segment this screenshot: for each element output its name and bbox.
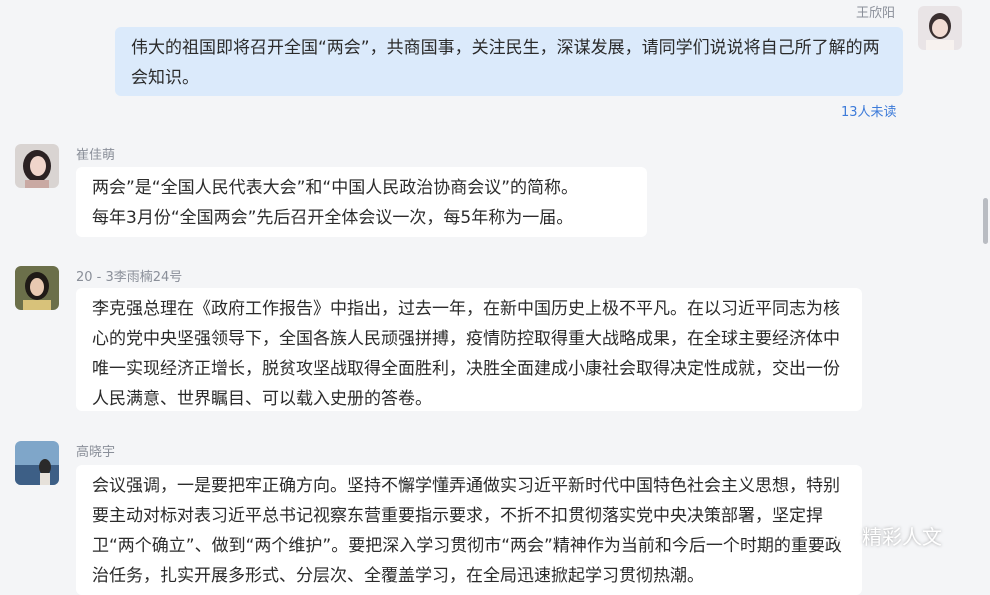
message-bubble: 两会”是“全国人民代表大会”和“中国人民政治协商会议”的简称。 每年3月份“全国… [76,167,647,237]
message-bubble: 伟大的祖国即将召开全国“两会”，共商国事，关注民生，深谋发展，请同学们说说将自己… [115,27,903,96]
message-text: 会议强调，一是要把牢正确方向。坚持不懈学懂弄通做实习近平新时代中国特色社会主义思… [92,476,842,586]
unread-count[interactable]: 13人未读 [841,101,897,120]
watermark: 精彩人文 [832,521,942,550]
avatar[interactable] [15,441,59,485]
sender-name: 高晓宇 [76,445,116,460]
sender-name: 崔佳萌 [76,148,116,163]
watermark-text: 精彩人文 [862,525,942,549]
scrollbar-thumb[interactable] [983,198,988,244]
scrollbar[interactable] [982,0,990,578]
message-text-line: 每年3月份“全国两会”先后召开全体会议一次，每5年称为一届。 [92,208,574,228]
avatar[interactable] [15,144,59,188]
message-text-line: 两会”是“全国人民代表大会”和“中国人民政治协商会议”的简称。 [92,178,579,198]
message-bubble: 李克强总理在《政府工作报告》中指出，过去一年，在新中国历史上极不平凡。在以习近平… [76,288,862,411]
avatar[interactable] [918,6,962,50]
message-text: 伟大的祖国即将召开全国“两会”，共商国事，关注民生，深谋发展，请同学们说说将自己… [131,38,880,88]
avatar[interactable] [15,266,59,310]
sender-name: 王欣阳 [856,6,896,21]
sender-name: 20 - 3李雨楠24号 [76,270,183,285]
wechat-icon [832,525,856,545]
message-bubble: 会议强调，一是要把牢正确方向。坚持不懈学懂弄通做实习近平新时代中国特色社会主义思… [76,465,862,595]
message-text: 李克强总理在《政府工作报告》中指出，过去一年，在新中国历史上极不平凡。在以习近平… [92,299,840,409]
